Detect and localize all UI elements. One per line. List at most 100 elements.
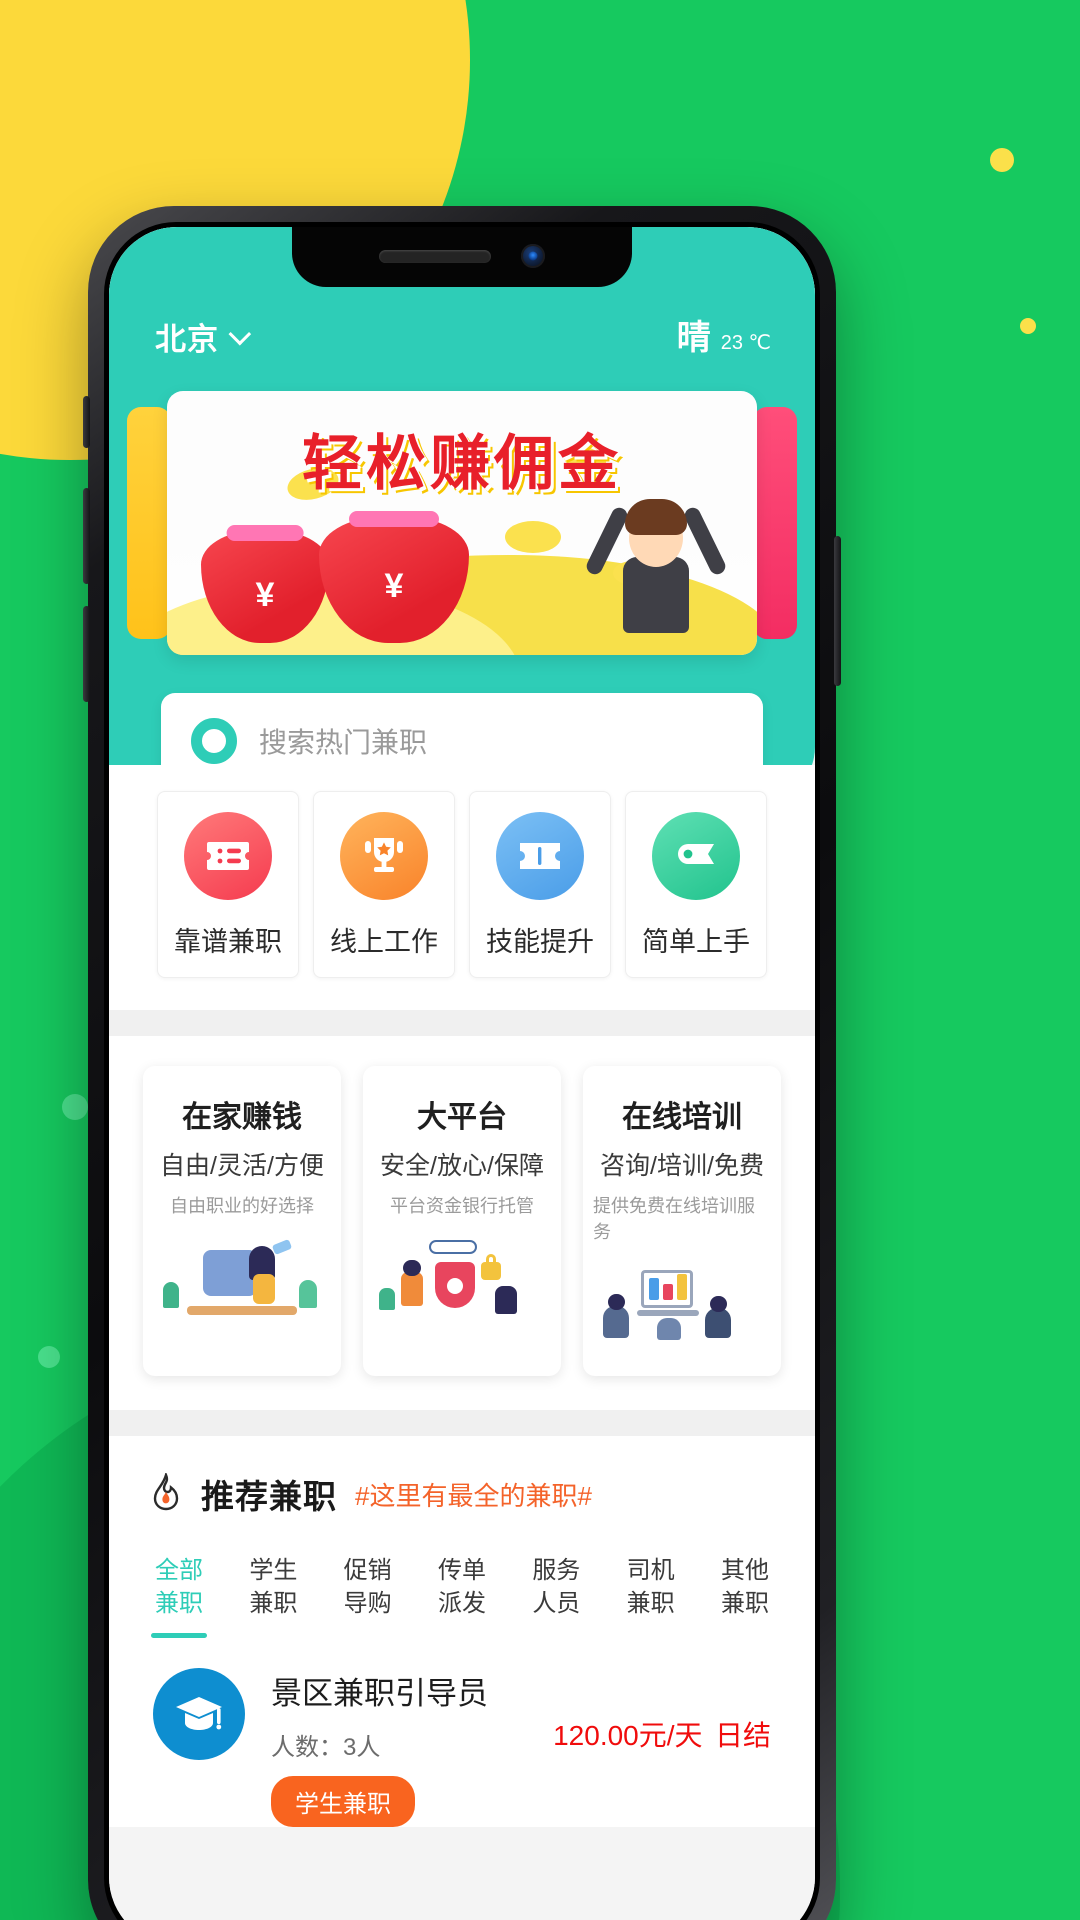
notch (292, 227, 632, 287)
ticket-icon (496, 812, 584, 900)
tab-5[interactable]: 司机 兼职 (627, 1554, 675, 1638)
tab-label-line2: 导购 (343, 1590, 392, 1618)
promo-subtitle: 安全/放心/保障 (380, 1152, 544, 1180)
promo-cards-row: 在家赚钱 自由/灵活/方便 自由职业的好选择 大平台 安全/放心/保障 平台资金… (109, 1036, 815, 1410)
trophy-icon (340, 812, 428, 900)
category-tabs: 全部 兼职 学生 兼职 促销 导购 传单 派发 服务 人员 司机 兼职 其他 兼… (149, 1554, 775, 1638)
weather-temperature: 23 ℃ (720, 332, 771, 354)
tab-label-line2: 兼职 (249, 1590, 298, 1618)
tab-label-line2: 人员 (532, 1590, 581, 1618)
promo-card-2[interactable]: 在线培训 咨询/培训/免费 提供免费在线培训服务 (583, 1066, 781, 1376)
phone-frame: 北京 晴 23 ℃ 轻松赚佣金 ¥ ¥ 搜索热门兼职 靠谱兼职 线上工作 技能提… (83, 206, 841, 1920)
banner-slide[interactable]: 轻松赚佣金 ¥ ¥ (167, 391, 757, 655)
mute-button[interactable] (83, 396, 90, 448)
coin-icon (505, 521, 561, 553)
person-hair (625, 499, 687, 535)
promo-subtitle: 自由/灵活/方便 (160, 1152, 324, 1180)
volume-down-button[interactable] (83, 606, 90, 702)
front-camera-icon (521, 244, 545, 268)
tab-label-line1: 其他 (720, 1557, 769, 1584)
quick-action-label: 线上工作 (330, 927, 438, 957)
search-icon (191, 718, 237, 764)
tab-label-line2: 兼职 (626, 1590, 675, 1618)
tab-3[interactable]: 传单 派发 (438, 1554, 486, 1638)
promo-desc: 自由职业的好选择 (170, 1196, 314, 1216)
graduation-cap-icon (153, 1668, 245, 1761)
decor-dot (1020, 318, 1036, 334)
person-body (623, 557, 689, 633)
tab-label-line1: 学生 (249, 1557, 298, 1584)
promo-subtitle: 咨询/培训/免费 (600, 1152, 764, 1180)
promo-desc: 提供免费在线培训服务 (593, 1196, 755, 1242)
job-settlement: 日结 (714, 1720, 771, 1752)
job-title: 景区兼职引导员 (271, 1676, 488, 1712)
tab-label-line2: 兼职 (720, 1590, 769, 1618)
quick-action-0[interactable]: 靠谱兼职 (157, 791, 299, 978)
tab-0[interactable]: 全部 兼职 (155, 1554, 203, 1638)
section-divider (109, 1410, 815, 1436)
page-background: 北京 晴 23 ℃ 轻松赚佣金 ¥ ¥ 搜索热门兼职 靠谱兼职 线上工作 技能提… (0, 0, 1080, 1920)
tab-2[interactable]: 促销 导购 (344, 1554, 392, 1638)
yen-symbol: ¥ (255, 575, 275, 614)
job-headcount: 人数：3人 (271, 1734, 381, 1762)
top-bar: 北京 晴 23 ℃ (109, 301, 815, 359)
phone-screen: 北京 晴 23 ℃ 轻松赚佣金 ¥ ¥ 搜索热门兼职 靠谱兼职 线上工作 技能提… (109, 227, 815, 1920)
volume-up-button[interactable] (83, 488, 90, 584)
quick-action-label: 靠谱兼职 (174, 927, 282, 957)
quick-action-label: 简单上手 (642, 927, 750, 957)
quick-action-label: 技能提升 (486, 927, 594, 957)
weather-widget[interactable]: 晴 23 ℃ (677, 310, 771, 359)
banner-carousel[interactable]: 轻松赚佣金 ¥ ¥ (109, 391, 815, 659)
tab-label-line1: 全部 (155, 1557, 203, 1584)
city-selector[interactable]: 北京 (155, 314, 252, 359)
promo-card-1[interactable]: 大平台 安全/放心/保障 平台资金银行托管 (363, 1066, 561, 1376)
recommend-section: 推荐兼职 #这里有最全的兼职# 全部 兼职 学生 兼职 促销 导购 传单 派发 … (109, 1436, 815, 1828)
whistle-icon (652, 812, 740, 900)
job-tag: 学生兼职 (271, 1776, 415, 1828)
tab-4[interactable]: 服务 人员 (532, 1554, 580, 1638)
bag-tie (226, 525, 304, 541)
quick-action-1[interactable]: 线上工作 (313, 791, 455, 978)
recommend-hashtag: #这里有最全的兼职# (355, 1480, 592, 1511)
flame-icon (149, 1470, 183, 1516)
decor-dot (990, 148, 1014, 172)
search-placeholder: 搜索热门兼职 (259, 727, 428, 758)
job-pay: 120.00元/天 日结 (553, 1668, 771, 1754)
bag-tie (349, 511, 439, 527)
banner-prev-peek[interactable] (127, 407, 171, 639)
promo-title: 在家赚钱 (182, 1101, 302, 1134)
tab-label-line2: 派发 (437, 1590, 486, 1618)
yen-symbol: ¥ (384, 567, 404, 606)
tab-6[interactable]: 其他 兼职 (721, 1554, 769, 1638)
hero-section: 北京 晴 23 ℃ 轻松赚佣金 ¥ ¥ 搜索热门兼职 (109, 227, 815, 801)
city-name: 北京 (155, 322, 219, 357)
tab-label-line1: 促销 (343, 1557, 392, 1584)
promo-card-0[interactable]: 在家赚钱 自由/灵活/方便 自由职业的好选择 (143, 1066, 341, 1376)
tab-label-line2: 兼职 (155, 1590, 203, 1618)
chevron-down-icon (228, 322, 252, 345)
earpiece-speaker (379, 249, 491, 263)
job-list-item[interactable]: 景区兼职引导员 人数：3人 学生兼职 120.00元/天 日结 (149, 1638, 775, 1828)
phone-bezel: 北京 晴 23 ℃ 轻松赚佣金 ¥ ¥ 搜索热门兼职 靠谱兼职 线上工作 技能提… (104, 222, 820, 1920)
banner-next-peek[interactable] (753, 407, 797, 639)
tab-1[interactable]: 学生 兼职 (249, 1554, 297, 1638)
promo-title: 大平台 (417, 1101, 507, 1134)
decor-dot (38, 1346, 60, 1368)
section-divider (109, 1010, 815, 1036)
tab-label-line1: 服务 (532, 1557, 581, 1584)
app-content: 北京 晴 23 ℃ 轻松赚佣金 ¥ ¥ 搜索热门兼职 靠谱兼职 线上工作 技能提… (109, 227, 815, 1920)
shield-lock-illustration (373, 1240, 551, 1336)
person-arm (682, 505, 728, 577)
promo-title: 在线培训 (622, 1101, 742, 1134)
list-card-icon (184, 812, 272, 900)
decor-dot (62, 1094, 88, 1120)
tab-label-line1: 传单 (437, 1557, 486, 1584)
recommend-header: 推荐兼职 #这里有最全的兼职# (149, 1470, 775, 1518)
quick-action-2[interactable]: 技能提升 (469, 791, 611, 978)
training-group-illustration (593, 1266, 771, 1362)
quick-action-3[interactable]: 简单上手 (625, 791, 767, 978)
power-button[interactable] (834, 536, 841, 686)
job-price: 120.00元/天 (553, 1720, 703, 1752)
promo-desc: 平台资金银行托管 (390, 1196, 534, 1216)
job-details: 景区兼职引导员 人数：3人 学生兼职 (271, 1668, 527, 1828)
